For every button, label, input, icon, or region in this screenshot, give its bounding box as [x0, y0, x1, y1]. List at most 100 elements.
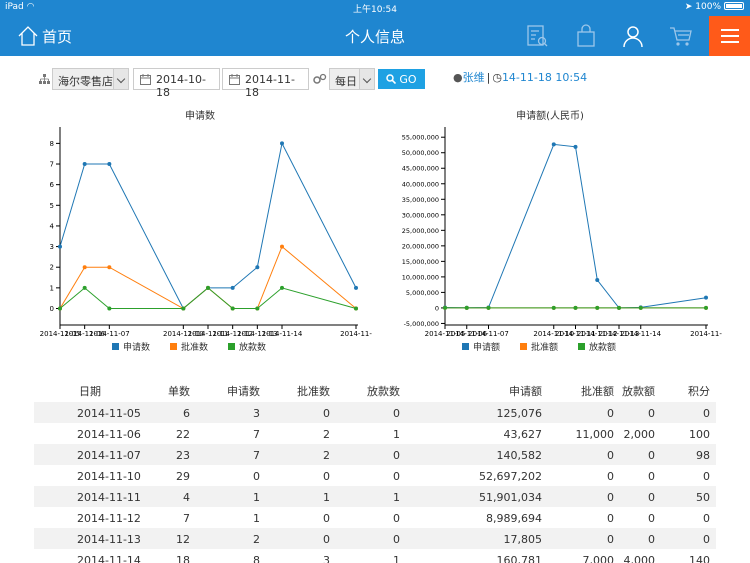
data-table: 日期 单数 申请数 批准数 放款数 申请额 批准额 放款额 积分 2014-11-05 6 3 0 0 1… [34, 376, 716, 563]
table-cell: 0 [393, 470, 400, 483]
table-row[interactable]: 2014-11-05 6 3 0 0 125,076 0 0 0 [34, 402, 716, 423]
table-cell: 140,582 [496, 449, 543, 462]
legend-label: 批准额 [531, 341, 558, 353]
column-header: 放款额 [622, 385, 655, 398]
table-row[interactable]: 2014-11-14 18 8 3 1 160,781 7,000 4,000 140 [34, 549, 716, 563]
table-cell: 4 [183, 491, 190, 504]
table-cell: 125,076 [496, 407, 543, 420]
table-cell: 3 [253, 407, 260, 420]
table-row[interactable]: 2014-11-07 23 7 2 0 140,582 0 0 98 [34, 444, 716, 465]
report-icon[interactable] [525, 24, 549, 48]
table-cell: 0 [607, 533, 614, 546]
y-tick-label: 15,000,000 [402, 258, 439, 266]
store-select[interactable]: 海尔零售店 [52, 68, 129, 90]
date-from-input[interactable]: 2014-10-18 [133, 68, 220, 99]
cart-icon[interactable] [669, 24, 693, 48]
shopping-bag-icon[interactable] [574, 24, 598, 48]
menu-button[interactable] [709, 16, 750, 56]
y-tick-label: 25,000,000 [402, 227, 439, 235]
y-tick-label: 2 [50, 264, 54, 272]
table-cell: 23 [176, 449, 190, 462]
table-row[interactable]: 2014-11-06 22 7 2 1 43,627 11,000 2,000 100 [34, 423, 716, 444]
data-point [181, 306, 186, 311]
x-tick-label: 2014-11-07 [89, 330, 130, 338]
legend-label: 放款数 [239, 341, 266, 353]
table-cell: 0 [607, 470, 614, 483]
table-cell: 22 [176, 428, 190, 441]
user-icon[interactable] [621, 24, 645, 48]
table-cell: 17,805 [503, 533, 543, 546]
table-cell: 2014-11-11 [77, 491, 141, 504]
table-body: 2014-11-05 6 3 0 0 125,076 0 0 0 2014-11-06 22 7 2 1 4… [34, 402, 716, 563]
table-cell: 0 [648, 533, 655, 546]
data-point [107, 162, 112, 167]
series-line [59, 245, 357, 310]
table-cell: 0 [703, 512, 710, 525]
go-label: GO [399, 72, 417, 86]
y-tick-label: 30,000,000 [402, 211, 439, 219]
legend-label: 申请数 [123, 341, 150, 353]
x-tick-label: 2014-11-14 [262, 330, 303, 338]
table-cell: 43,627 [503, 428, 543, 441]
table-cell: 100 [689, 428, 710, 441]
data-point [280, 141, 284, 146]
column-header: 放款数 [367, 385, 400, 398]
data-point [107, 265, 112, 270]
table-cell: 0 [393, 512, 400, 525]
legend-label: 放款额 [589, 341, 616, 353]
table-cell: 0 [607, 449, 614, 462]
user-name[interactable]: 张维 [463, 71, 485, 84]
table-row[interactable]: 2014-11-12 7 1 0 0 8,989,694 0 0 0 [34, 507, 716, 528]
legend-swatch [170, 343, 177, 350]
data-point [551, 305, 556, 310]
cogs-icon [313, 73, 327, 84]
applications-chart-svg: 申请数0123456782014-11-052014-11-062014-11-… [40, 109, 373, 353]
table-row[interactable]: 2014-11-10 29 0 0 0 52,697,202 0 0 0 [34, 465, 716, 486]
data-point [82, 285, 87, 290]
table-cell: 6 [183, 407, 190, 420]
home-label: 首页 [42, 27, 73, 46]
table-row[interactable]: 2014-11-13 12 2 0 0 17,805 0 0 0 [34, 528, 716, 549]
table-cell: 0 [703, 407, 710, 420]
series-line [59, 287, 357, 309]
status-time: 上午10:54 [353, 5, 397, 15]
data-point [354, 285, 358, 290]
table-cell: 2014-11-12 [77, 512, 141, 525]
y-tick-label: 50,000,000 [402, 149, 439, 157]
table-cell: 8,989,694 [486, 512, 542, 525]
data-point [58, 244, 62, 249]
battery-percent: 100% [695, 2, 721, 12]
calendar-icon [140, 74, 151, 85]
table-cell: 8 [253, 554, 260, 563]
table-cell: 2 [323, 449, 330, 462]
table-cell: 0 [648, 491, 655, 504]
table-cell: 51,901,034 [479, 491, 542, 504]
table-cell: 50 [696, 491, 710, 504]
y-tick-label: -5,000,000 [404, 320, 439, 328]
table-cell: 0 [648, 449, 655, 462]
user-icon: ● [453, 71, 463, 84]
table-row[interactable]: 2014-11-11 4 1 1 1 51,901,034 0 0 50 [34, 486, 716, 507]
table-cell: 0 [607, 407, 614, 420]
table-cell: 29 [176, 470, 190, 483]
table-cell: 1 [393, 554, 400, 563]
table-cell: 1 [253, 491, 260, 504]
table-cell: 0 [253, 470, 260, 483]
legend-swatch [228, 343, 235, 350]
x-tick-label: 2014-11-07 [468, 330, 509, 338]
table-cell: 1 [253, 512, 260, 525]
sitemap-icon [39, 74, 50, 84]
go-button[interactable]: GO [378, 69, 425, 89]
column-header: 积分 [688, 385, 710, 398]
table-cell: 0 [648, 470, 655, 483]
period-select[interactable]: 每日 [329, 68, 375, 90]
y-tick-label: 35,000,000 [402, 196, 439, 204]
user-info: ●张维 | ◷14-11-18 10:54 [453, 71, 588, 84]
home-button[interactable]: 首页 [18, 22, 72, 50]
x-tick-label: 2014-11- [690, 330, 722, 338]
search-icon [386, 74, 397, 84]
y-tick-label: 55,000,000 [402, 134, 439, 142]
table-cell: 2014-11-13 [77, 533, 141, 546]
date-to-input[interactable]: 2014-11-18 [222, 68, 309, 99]
application-amount-chart-svg: 申请额(人民币) -5,000,000 0 5,000,000 10,000,000 15… [402, 109, 723, 353]
